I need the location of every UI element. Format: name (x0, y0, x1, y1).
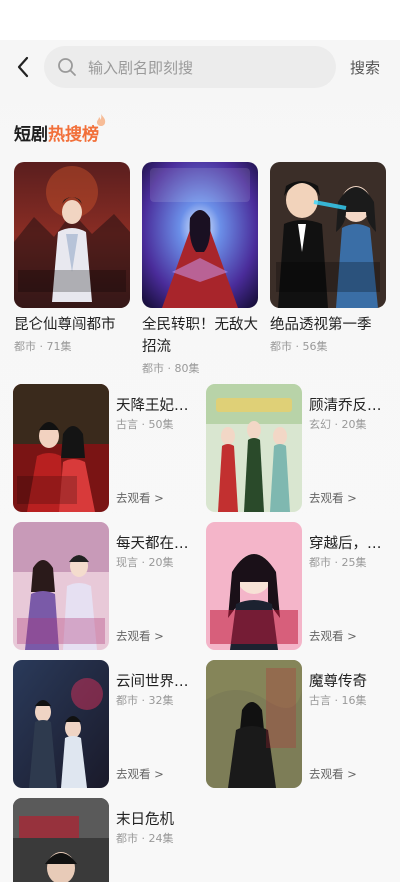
drama-meta: 古言 · 16集 (309, 692, 367, 708)
watch-button[interactable]: 去观看 > (309, 766, 357, 782)
drama-genre: 都市 (270, 340, 292, 353)
meta-separator: · (164, 362, 175, 375)
top-card-1[interactable]: 昆仑仙尊闯都市 都市 · 71集 (14, 162, 130, 354)
top-card-2[interactable]: 全民转职！无敌大招流 都市 · 80集 (142, 162, 258, 376)
drama-episodes: 50集 (148, 418, 174, 431)
meta-separator: · (331, 418, 342, 431)
drama-episodes: 25集 (341, 556, 367, 569)
drama-title: 绝品透视第一季 (270, 317, 372, 333)
drama-genre: 古言 (309, 694, 331, 707)
list-item[interactable]: 天降王妃… 古言 · 50集 去观看 > (13, 384, 198, 514)
drama-meta: 都市 · 32集 (116, 692, 174, 708)
drama-title: 天降王妃… (116, 398, 189, 414)
search-button[interactable]: 搜索 (350, 57, 380, 78)
drama-meta: 现言 · 20集 (116, 554, 174, 570)
drama-genre: 都市 (142, 362, 164, 375)
drama-episodes: 32集 (148, 694, 174, 707)
list-item[interactable]: 末日危机 都市 · 24集 (13, 798, 198, 882)
back-arrow-icon[interactable] (12, 54, 36, 80)
section-title: 短剧热搜榜 (14, 120, 99, 145)
watch-button[interactable]: 去观看 > (309, 490, 357, 506)
meta-separator: · (138, 694, 149, 707)
drama-genre: 都市 (14, 340, 36, 353)
section-title-dark: 短剧 (14, 125, 48, 145)
meta-separator: · (292, 340, 303, 353)
meta-separator: · (36, 340, 47, 353)
drama-meta: 都市 · 25集 (309, 554, 367, 570)
meta-separator: · (331, 694, 342, 707)
drama-title: 每天都在… (116, 536, 189, 552)
drama-genre: 古言 (116, 418, 138, 431)
drama-episodes: 56集 (302, 340, 328, 353)
drama-genre: 都市 (116, 832, 138, 845)
list-item[interactable]: 魔尊传奇 古言 · 16集 去观看 > (206, 660, 391, 790)
drama-title: 全民转职！无敌大招流 (142, 317, 258, 355)
drama-cover[interactable] (206, 660, 302, 788)
list-item[interactable]: 顾清乔反… 玄幻 · 20集 去观看 > (206, 384, 391, 514)
drama-meta: 都市 · 71集 (14, 338, 130, 354)
watch-button[interactable]: 去观看 > (309, 628, 357, 644)
meta-separator: · (331, 556, 342, 569)
list-item[interactable]: 每天都在… 现言 · 20集 去观看 > (13, 522, 198, 652)
drama-cover[interactable] (206, 384, 302, 512)
drama-meta: 玄幻 · 20集 (309, 416, 367, 432)
drama-genre: 现言 (116, 556, 138, 569)
drama-genre: 玄幻 (309, 418, 331, 431)
watch-button[interactable]: 去观看 > (116, 628, 164, 644)
meta-separator: · (138, 418, 149, 431)
top-card-3[interactable]: 绝品透视第一季 都市 · 56集 (270, 162, 386, 354)
drama-genre: 都市 (309, 556, 331, 569)
drama-cover[interactable] (13, 660, 109, 788)
list-item[interactable]: 云间世界… 都市 · 32集 去观看 > (13, 660, 198, 790)
drama-episodes: 16集 (341, 694, 367, 707)
meta-separator: · (138, 832, 149, 845)
drama-cover[interactable] (206, 522, 302, 650)
drama-cover[interactable] (13, 798, 109, 882)
drama-meta: 古言 · 50集 (116, 416, 174, 432)
meta-separator: · (138, 556, 149, 569)
drama-title: 末日危机 (116, 812, 174, 828)
drama-meta: 都市 · 80集 (142, 360, 258, 376)
drama-cover[interactable] (14, 162, 130, 308)
drama-genre: 都市 (116, 694, 138, 707)
drama-title: 顾清乔反… (309, 398, 382, 414)
drama-cover[interactable] (13, 384, 109, 512)
drama-cover[interactable] (13, 522, 109, 650)
drama-meta: 都市 · 56集 (270, 338, 386, 354)
drama-meta: 都市 · 24集 (116, 830, 174, 846)
drama-episodes: 20集 (148, 556, 174, 569)
search-placeholder: 输入剧名即刻搜 (88, 59, 194, 77)
list-item[interactable]: 穿越后，… 都市 · 25集 去观看 > (206, 522, 391, 652)
section-title-hot: 热搜榜 (48, 125, 99, 145)
drama-title: 云间世界… (116, 674, 189, 690)
drama-cover[interactable] (142, 162, 258, 308)
drama-episodes: 20集 (341, 418, 367, 431)
drama-title: 昆仑仙尊闯都市 (14, 317, 116, 333)
drama-title: 穿越后，… (309, 536, 382, 552)
search-icon (58, 58, 76, 76)
drama-title: 魔尊传奇 (309, 674, 367, 690)
drama-episodes: 80集 (174, 362, 200, 375)
drama-episodes: 71集 (46, 340, 72, 353)
watch-button[interactable]: 去观看 > (116, 766, 164, 782)
watch-button[interactable]: 去观看 > (116, 490, 164, 506)
drama-cover[interactable] (270, 162, 386, 308)
drama-episodes: 24集 (148, 832, 174, 845)
search-input[interactable]: 输入剧名即刻搜 (44, 46, 336, 88)
flame-icon (96, 114, 106, 126)
status-area (0, 0, 400, 40)
